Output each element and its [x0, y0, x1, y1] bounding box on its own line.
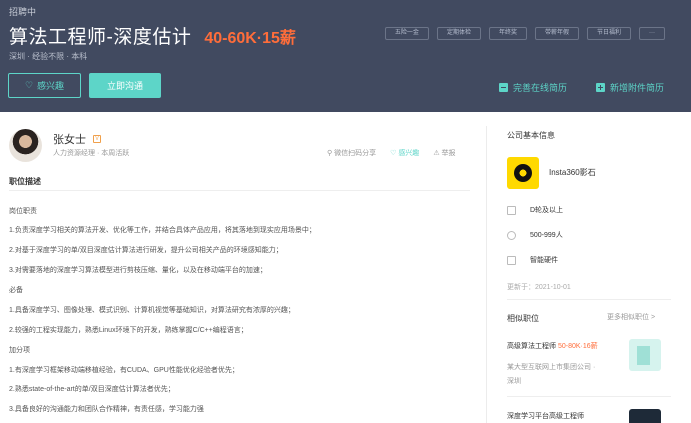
- add-attachment-label: 新增附件简历: [610, 83, 665, 93]
- warning-icon: ⚠: [433, 150, 442, 157]
- heart-icon: ♡: [24, 80, 34, 90]
- detail-actions: ⚲ 微信扫码分享 ♡ 感兴趣 ⚠ 举报: [327, 148, 456, 158]
- benefit-tag: 定期体检: [436, 27, 481, 40]
- related-job-salary: 50-80K·16薪: [557, 343, 598, 350]
- interested-button[interactable]: ♡ 感兴趣: [8, 73, 81, 98]
- company-info-title: 公司基本信息: [507, 131, 555, 140]
- description-line: 1.负责深度学习相关的算法开发、优化等工作，并结合具体产品应用，将其落地到现实应…: [9, 227, 316, 234]
- salary: 40-60K·15薪: [204, 30, 296, 47]
- report-button[interactable]: ⚠ 举报: [433, 148, 455, 158]
- verified-badge-icon: V: [93, 135, 101, 143]
- job-header: 招聘中 算法工程师-深度估计 40-60K·15薪 深圳 · 经验不限 · 本科…: [0, 0, 691, 112]
- job-detail-panel: 张女士 V 人力资源经理 · 本周活跃 ⚲ 微信扫码分享 ♡ 感兴趣 ⚠ 举报 …: [0, 112, 691, 423]
- more-tags-button[interactable]: ···: [639, 27, 665, 40]
- description-line: 1.具备深度学习、图像处理、模式识别、计算机视觉等基础知识，对算法研究有浓厚的兴…: [9, 307, 295, 314]
- related-job-title[interactable]: 深度学习平台高级工程师: [507, 411, 584, 421]
- company-industry: 智能硬件: [530, 257, 558, 264]
- company-name[interactable]: Insta360影石: [549, 167, 596, 178]
- report-label: 举报: [441, 150, 456, 157]
- related-job-image[interactable]: [629, 409, 661, 423]
- recruiting-status: 招聘中: [9, 7, 37, 17]
- benefit-tags: 五险一金 定期体检 年终奖 带薪年假 节日福利 ···: [384, 27, 665, 40]
- description-line: 2.对基于深度学习的单/双目深度估计算法进行研发，提升公司相关产品的环境感知能力…: [9, 247, 283, 254]
- recruiter-name: 张女士: [53, 134, 86, 146]
- chat-now-button[interactable]: 立即沟通: [89, 73, 161, 98]
- benefit-tag: 节日福利: [586, 27, 631, 40]
- complete-resume-link[interactable]: 完善在线简历: [499, 81, 567, 94]
- related-jobs-title: 相似职位: [507, 314, 539, 323]
- company-logo[interactable]: [507, 157, 539, 189]
- related-job-name: 深度学习平台高级工程师: [507, 413, 584, 420]
- section-divider: [9, 190, 470, 191]
- interested-link-label: 感兴趣: [398, 150, 420, 157]
- company-funding: D轮及以上: [530, 207, 564, 214]
- title-row: 算法工程师-深度估计 40-60K·15薪: [9, 22, 296, 49]
- recruiter-role: 人力资源经理 · 本周活跃: [53, 150, 130, 157]
- description-line: 必备: [9, 287, 23, 294]
- column-divider: [486, 126, 487, 423]
- description-line: 2.较强的工程实现能力，熟悉Linux环境下的开发，熟练掌握C/C++编程语言；: [9, 327, 248, 334]
- related-job-city: 深圳: [507, 378, 521, 385]
- recruiter-avatar[interactable]: [9, 129, 42, 162]
- description-line: 1.有深度学习框架移动端移植经验，有CUDA、GPU性能优化经验者优先；: [9, 367, 239, 374]
- more-related-jobs-link[interactable]: 更多相似职位 >: [607, 312, 655, 322]
- description-line: 3.对需要落地的深度学习算法模型进行剪枝压缩、量化，以及在移动端平台的加速；: [9, 267, 267, 274]
- company-funding-row: D轮及以上: [507, 205, 563, 215]
- share-label: 微信扫码分享: [334, 150, 377, 157]
- job-meta: 深圳 · 经验不限 · 本科: [9, 52, 88, 61]
- section-title-description: 职位描述: [9, 177, 41, 186]
- benefit-tag: 五险一金: [384, 27, 429, 40]
- resume-icon: [499, 83, 508, 92]
- benefit-tag: 年终奖: [488, 27, 527, 40]
- complete-resume-label: 完善在线简历: [513, 83, 568, 93]
- description-line: 3.具备良好的沟通能力和团队合作精神，有责任感，学习能力强: [9, 406, 204, 413]
- company-size-row: 500-999人: [507, 230, 563, 240]
- description-line: 岗位职责: [9, 208, 37, 215]
- related-job-image[interactable]: [629, 339, 661, 371]
- related-job-company: 某大型互联网上市集团公司 ·: [507, 364, 596, 371]
- chart-icon: [507, 205, 516, 215]
- interested-link[interactable]: ♡ 感兴趣: [390, 148, 419, 158]
- description-line: 2.熟悉state-of-the-art的单/双目深度估计算法者优先；: [9, 386, 175, 393]
- benefit-tag: 带薪年假: [534, 27, 579, 40]
- company-size: 500-999人: [530, 232, 563, 239]
- section-divider: [507, 396, 671, 397]
- plus-icon: [596, 83, 605, 92]
- recruiter-name-row: 张女士 V: [53, 131, 101, 147]
- add-attachment-resume-link[interactable]: 新增附件简历: [596, 81, 664, 94]
- job-title: 算法工程师-深度估计: [9, 27, 192, 48]
- related-job-name: 高级算法工程师: [507, 343, 556, 350]
- share-wechat-button[interactable]: ⚲ 微信扫码分享: [327, 148, 376, 158]
- interested-label: 感兴趣: [37, 81, 65, 91]
- section-divider: [507, 299, 671, 300]
- company-industry-row: 智能硬件: [507, 255, 558, 265]
- description-line: 加分项: [9, 347, 30, 354]
- updated-date: 更新于：2021-10-01: [507, 284, 571, 291]
- related-job-title[interactable]: 高级算法工程师 50-80K·16薪: [507, 341, 598, 351]
- people-icon: [507, 230, 516, 240]
- grid-icon: [507, 255, 516, 265]
